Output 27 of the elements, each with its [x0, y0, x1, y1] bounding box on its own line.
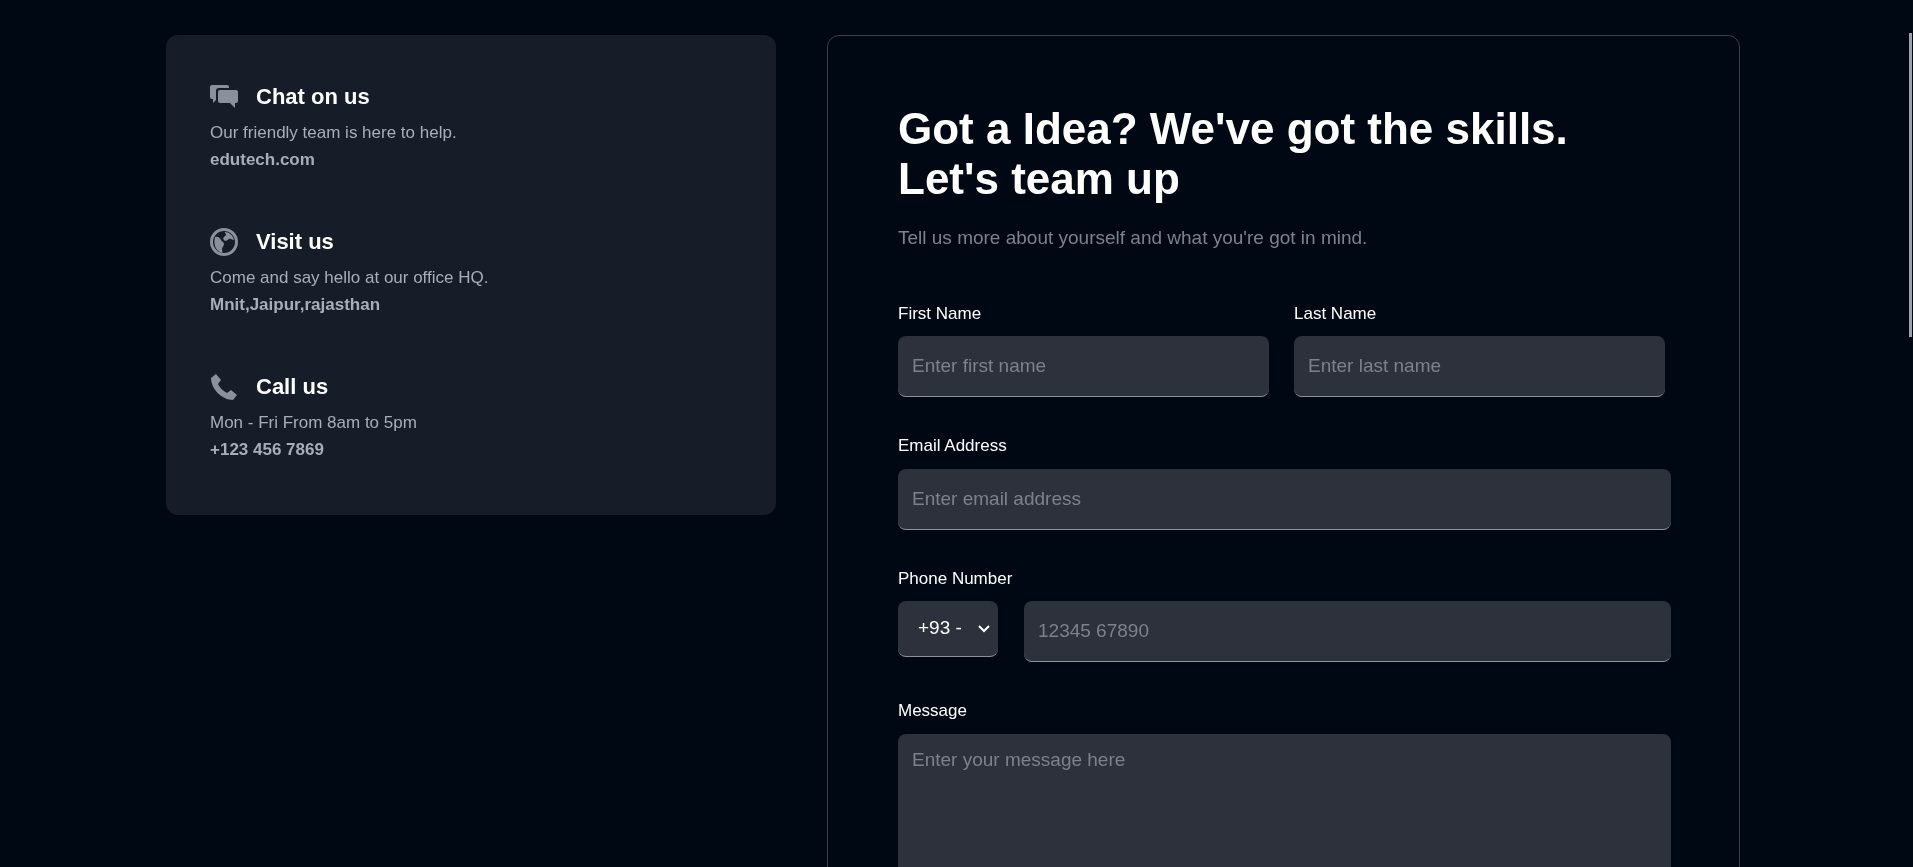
contact-detail: edutech.com: [210, 149, 316, 171]
chevron-down-icon: [978, 624, 990, 633]
contact-description: Our friendly team is here to help.: [210, 122, 458, 144]
globe-icon: [210, 227, 238, 256]
field-label: First Name: [898, 302, 983, 325]
phone-icon: [210, 372, 238, 401]
field-label: Email Address: [898, 435, 1008, 457]
contact-title: Chat on us: [256, 83, 370, 111]
field-label: Phone Number: [898, 567, 1014, 590]
form-heading: Got a Idea? We've got the skills. Let's team up: [898, 104, 1569, 204]
contact-detail: +123 456 7869: [210, 439, 325, 461]
contact-detail: Mnit,Jaipur,rajasthan: [210, 294, 382, 316]
contact-description: Mon - Fri From 8am to 5pm: [210, 412, 418, 434]
scrollbar[interactable]: [1909, 33, 1912, 337]
contact-title: Visit us: [256, 228, 334, 256]
last-name-field[interactable]: Enter last name: [1294, 336, 1665, 397]
country-code-dropdown[interactable]: +93 -: [898, 601, 998, 657]
chat-bubbles-icon: [210, 83, 238, 110]
email-field[interactable]: Enter email address: [898, 468, 1671, 530]
first-name-field[interactable]: Enter first name: [898, 336, 1269, 397]
field-label: Message: [898, 700, 968, 722]
message-field[interactable]: Enter your message here: [898, 733, 1671, 867]
phone-number-field[interactable]: 12345 67890: [1024, 601, 1671, 662]
field-label: Last Name: [1294, 302, 1378, 325]
form-subtitle: Tell us more about yourself and what you're got in mind.: [898, 226, 1369, 250]
contact-title: Call us: [256, 373, 329, 401]
contact-description: Come and say hello at our office HQ.: [210, 267, 490, 289]
